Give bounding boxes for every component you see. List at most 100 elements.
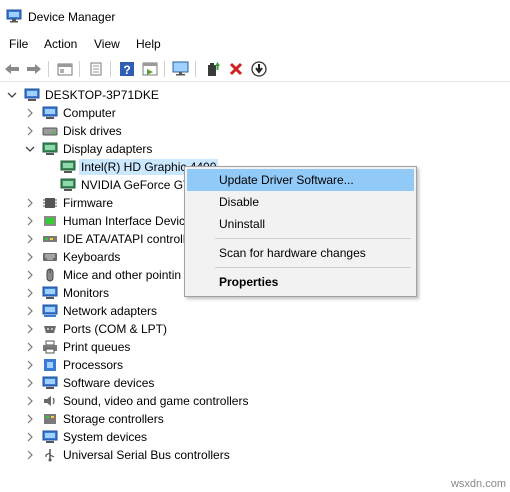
disk-drive-icon — [42, 127, 58, 136]
monitor-scan-icon[interactable] — [171, 59, 191, 79]
tree-item-label: Storage controllers — [63, 412, 164, 426]
software-device-icon — [42, 376, 58, 389]
chevron-right-icon[interactable] — [24, 125, 36, 137]
menu-help[interactable]: Help — [135, 37, 162, 51]
tree-root[interactable]: DESKTOP-3P71DKE — [6, 86, 159, 104]
tree-item-label: Software devices — [63, 376, 155, 390]
menu-item-properties[interactable]: Properties — [187, 271, 414, 293]
tree-item-usb-controllers[interactable]: Universal Serial Bus controllers — [24, 446, 230, 464]
tree-item-label: Network adapters — [63, 304, 158, 318]
tree-item-label: System devices — [63, 430, 148, 444]
tree-item-label: Universal Serial Bus controllers — [63, 448, 230, 462]
display-adapter-icon — [60, 160, 76, 173]
chevron-right-icon[interactable] — [24, 341, 36, 353]
chevron-right-icon[interactable] — [24, 323, 36, 335]
chevron-right-icon[interactable] — [24, 197, 36, 209]
printer-icon — [43, 340, 57, 354]
chevron-right-icon[interactable] — [24, 305, 36, 317]
tree-item-monitors[interactable]: Monitors — [24, 284, 109, 302]
chevron-right-icon[interactable] — [24, 377, 36, 389]
menu-item-scan-hardware[interactable]: Scan for hardware changes — [187, 242, 414, 264]
tree-item-label: Sound, video and game controllers — [63, 394, 249, 408]
properties-view-icon[interactable] — [55, 59, 75, 79]
menu-action[interactable]: Action — [43, 37, 78, 51]
tree-item-label: Human Interface Devic — [63, 214, 186, 228]
tree-item-label: Computer — [63, 106, 116, 120]
tree-item-print-queues[interactable]: Print queues — [24, 338, 130, 356]
chevron-right-icon[interactable] — [24, 215, 36, 227]
chevron-right-icon[interactable] — [24, 413, 36, 425]
tree-item-computer[interactable]: Computer — [24, 104, 116, 122]
back-icon[interactable] — [2, 59, 22, 79]
tree-item-label: IDE ATA/ATAPI controll — [63, 232, 186, 246]
tree-item-nvidia-geforce[interactable]: NVIDIA GeForce GT — [60, 176, 190, 194]
display-adapter-icon — [60, 178, 76, 191]
menu-view[interactable]: View — [93, 37, 121, 51]
processor-icon — [44, 359, 56, 371]
tree-item-ports[interactable]: Ports (COM & LPT) — [24, 320, 167, 338]
network-adapter-icon — [42, 304, 58, 317]
help-icon[interactable]: ? — [117, 59, 137, 79]
chevron-right-icon[interactable] — [24, 449, 36, 461]
chevron-right-icon[interactable] — [24, 431, 36, 443]
menu-item-update-driver[interactable]: Update Driver Software... — [187, 169, 414, 191]
tree-item-storage-controllers[interactable]: Storage controllers — [24, 410, 164, 428]
chevron-right-icon[interactable] — [24, 107, 36, 119]
monitor-icon — [42, 286, 58, 299]
tree-item-label: NVIDIA GeForce GT — [81, 178, 191, 192]
menu-item-disable[interactable]: Disable — [187, 191, 414, 213]
tree-item-label: Keyboards — [63, 250, 121, 264]
tree-item-system-devices[interactable]: System devices — [24, 428, 147, 446]
chevron-right-icon[interactable] — [24, 395, 36, 407]
svg-text:?: ? — [123, 63, 130, 77]
system-device-icon — [42, 430, 58, 443]
chevron-right-icon[interactable] — [24, 251, 36, 263]
computer-icon — [24, 88, 40, 101]
storage-controller-icon — [44, 414, 56, 424]
context-menu: Update Driver Software... Disable Uninst… — [184, 166, 417, 297]
uninstall-x-icon[interactable] — [226, 59, 246, 79]
tree-item-label: Monitors — [63, 286, 110, 300]
tree-item-disk-drives[interactable]: Disk drives — [24, 122, 122, 140]
display-adapter-icon — [42, 142, 58, 155]
tree-item-mice[interactable]: Mice and other pointin — [24, 266, 181, 284]
tree-item-label: Disk drives — [63, 124, 122, 138]
tree-item-label: Ports (COM & LPT) — [63, 322, 168, 336]
window-title: Device Manager — [28, 10, 116, 24]
chevron-right-icon[interactable] — [24, 359, 36, 371]
tree-item-label: Firmware — [63, 196, 113, 210]
tree-item-firmware[interactable]: Firmware — [24, 194, 113, 212]
chevron-down-icon[interactable] — [24, 143, 36, 155]
tree-item-sound-video-game[interactable]: Sound, video and game controllers — [24, 392, 248, 410]
watermark: wsxdn.com — [450, 478, 506, 490]
menu-file[interactable]: File — [8, 37, 29, 51]
print-icon[interactable] — [86, 59, 106, 79]
usb-icon — [45, 449, 55, 462]
hid-icon — [44, 216, 56, 226]
tree-item-processors[interactable]: Processors — [24, 356, 123, 374]
menu-item-uninstall[interactable]: Uninstall — [187, 213, 414, 235]
tree-root-label: DESKTOP-3P71DKE — [45, 88, 159, 102]
forward-icon[interactable] — [24, 59, 44, 79]
tree-item-human-interface-devices[interactable]: Human Interface Devic — [24, 212, 185, 230]
tree-item-label: Display adapters — [63, 142, 153, 156]
update-driver-icon[interactable] — [203, 59, 223, 79]
chevron-right-icon[interactable] — [24, 287, 36, 299]
tree-item-label: Print queues — [63, 340, 131, 354]
ide-controller-icon — [43, 236, 57, 242]
chevron-down-icon[interactable] — [6, 89, 18, 101]
chevron-right-icon[interactable] — [24, 269, 36, 281]
menu-bar: File Action View Help — [0, 34, 510, 54]
tree-item-ide-ata-atapi[interactable]: IDE ATA/ATAPI controll — [24, 230, 185, 248]
toolbar: ? — [0, 56, 510, 82]
tree-item-label: Processors — [63, 358, 124, 372]
tree-item-display-adapters[interactable]: Display adapters — [24, 140, 152, 158]
tree-item-network-adapters[interactable]: Network adapters — [24, 302, 157, 320]
computer-icon — [42, 106, 58, 119]
tree-item-keyboards[interactable]: Keyboards — [24, 248, 120, 266]
chevron-right-icon[interactable] — [24, 233, 36, 245]
keyboard-icon — [43, 253, 57, 261]
show-hidden-icon[interactable] — [140, 59, 160, 79]
download-icon[interactable] — [249, 59, 269, 79]
tree-item-software-devices[interactable]: Software devices — [24, 374, 154, 392]
